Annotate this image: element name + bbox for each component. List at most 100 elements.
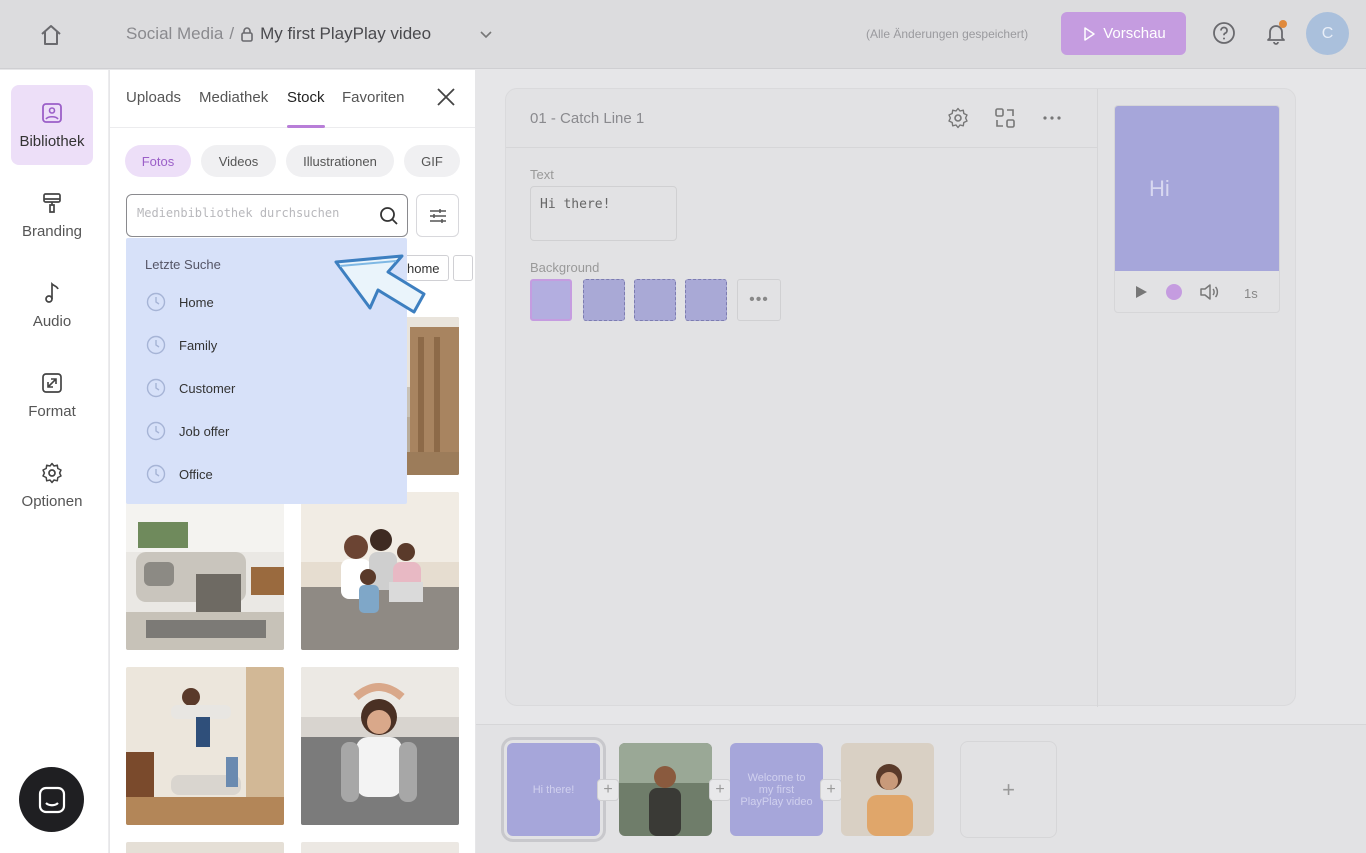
brush-icon	[43, 192, 61, 213]
play-icon[interactable]	[1133, 284, 1149, 300]
close-icon[interactable]	[435, 86, 457, 108]
background-swatch-pattern-dots[interactable]	[583, 279, 625, 321]
rail-item-format[interactable]: Format	[11, 355, 93, 435]
stock-photo-partial[interactable]	[301, 842, 459, 853]
recent-search-label: Office	[179, 466, 213, 482]
timeline-slide[interactable]: Hi there!	[501, 737, 606, 842]
chip-gif[interactable]: GIF	[404, 145, 460, 177]
woman-phone-thumbnail	[841, 743, 934, 836]
save-status: (Alle Änderungen gespeichert)	[866, 27, 1029, 41]
rail-label: Optionen	[21, 492, 83, 510]
stock-photo-family-laptop[interactable]	[301, 492, 459, 650]
recent-search-item[interactable]: Office	[146, 461, 386, 487]
clock-icon	[146, 378, 166, 398]
tab-favoriten[interactable]: Favoriten	[342, 89, 405, 106]
rail-item-optionen[interactable]: Optionen	[11, 445, 93, 525]
divider	[506, 147, 1097, 148]
chip-fotos[interactable]: Fotos	[125, 145, 191, 177]
slide-text-field[interactable]: Hi there!	[530, 186, 677, 241]
more-backgrounds-button[interactable]: •••	[737, 279, 781, 321]
add-slide-button[interactable]: +	[960, 741, 1057, 838]
breadcrumb-separator: /	[229, 24, 235, 43]
clock-icon	[146, 335, 166, 355]
search-field[interactable]	[126, 194, 408, 237]
recent-search-item[interactable]: Customer	[146, 375, 386, 401]
preview-canvas: Hi	[1115, 106, 1279, 271]
background-swatch-solid[interactable]	[530, 279, 572, 321]
insert-slide-button[interactable]: +	[820, 779, 842, 801]
search-input[interactable]	[137, 206, 369, 220]
help-icon[interactable]	[1211, 20, 1237, 46]
filter-button[interactable]	[416, 194, 459, 237]
left-rail: Bibliothek Branding Audio Format Optione…	[0, 70, 109, 853]
rail-item-bibliothek[interactable]: Bibliothek	[11, 85, 93, 165]
clock-icon	[146, 292, 166, 312]
library-tabs: Uploads Mediathek Stock Favoriten	[110, 70, 475, 128]
chip-videos[interactable]: Videos	[201, 145, 276, 177]
rail-item-branding[interactable]: Branding	[11, 175, 93, 255]
timeline-slide[interactable]	[841, 743, 934, 836]
chip-illustrationen[interactable]: Illustrationen	[286, 145, 394, 177]
living-room-photo	[126, 492, 284, 650]
clock-icon	[146, 464, 166, 484]
recent-search-item[interactable]: Family	[146, 332, 386, 358]
chat-icon	[38, 786, 65, 813]
preview-button[interactable]: Vorschau	[1061, 12, 1186, 55]
duration-label[interactable]: 1s	[1244, 286, 1258, 301]
timeline-slide[interactable]: Welcome to my first PlayPlay video	[730, 743, 823, 836]
woman-greenhouse-thumbnail	[619, 743, 712, 836]
home-icon[interactable]	[36, 20, 66, 50]
volume-icon[interactable]	[1199, 284, 1219, 300]
music-note-icon	[45, 281, 59, 303]
more-options-icon[interactable]	[1040, 106, 1064, 130]
avatar[interactable]: C	[1306, 12, 1349, 55]
rail-label: Branding	[21, 222, 83, 240]
divider	[1097, 89, 1098, 707]
background-swatch-plain[interactable]	[685, 279, 727, 321]
gear-icon[interactable]	[946, 106, 970, 130]
insert-slide-button[interactable]: +	[709, 779, 731, 801]
top-bar: Social Media / My first PlayPlay video (…	[0, 0, 1366, 69]
play-icon	[1084, 26, 1095, 41]
slide-editor: 01 - Catch Line 1 Text Hi there! Backgro…	[505, 88, 1296, 707]
recent-search-label: Job offer	[179, 423, 230, 439]
text-label: Text	[530, 167, 554, 182]
lock-icon	[241, 27, 253, 42]
stock-photo-partial[interactable]	[126, 842, 284, 853]
timeline-slide-label: Welcome to my first PlayPlay video	[740, 771, 813, 808]
rail-label: Audio	[32, 312, 72, 330]
rail-label: Bibliothek	[19, 132, 85, 150]
background-swatch-pattern-lines[interactable]	[634, 279, 676, 321]
slide-preview: Hi 1s	[1114, 105, 1280, 313]
image-icon	[42, 102, 62, 123]
gear-icon	[42, 462, 62, 483]
stock-photo-father-son[interactable]	[126, 667, 284, 825]
chevron-down-icon[interactable]	[478, 26, 494, 42]
breadcrumb: Social Media / My first PlayPlay video	[126, 24, 431, 44]
stock-photo-living-room[interactable]	[126, 492, 284, 650]
recent-search-label: Family	[179, 337, 218, 353]
project-title[interactable]: My first PlayPlay video	[260, 24, 431, 44]
chat-launcher-button[interactable]	[19, 767, 84, 832]
tab-stock[interactable]: Stock	[287, 89, 325, 106]
tab-uploads[interactable]: Uploads	[126, 89, 181, 106]
rail-item-audio[interactable]: Audio	[11, 265, 93, 345]
family-photo	[301, 492, 459, 650]
tag-chip-partial[interactable]	[453, 255, 473, 281]
preview-text: Hi	[1149, 176, 1170, 201]
timeline-slide-label: Hi there!	[532, 783, 575, 796]
resize-icon	[42, 372, 62, 393]
breadcrumb-parent[interactable]: Social Media	[126, 24, 223, 44]
timeline-slide[interactable]	[619, 743, 712, 836]
swap-layout-icon[interactable]	[993, 106, 1017, 130]
insert-slide-button[interactable]: +	[597, 779, 619, 801]
search-icon[interactable]	[378, 205, 400, 227]
stock-photo-relaxing-woman[interactable]	[301, 667, 459, 825]
record-dot[interactable]	[1166, 284, 1182, 300]
clock-icon	[146, 421, 166, 441]
tab-mediathek[interactable]: Mediathek	[199, 89, 268, 106]
father-son-photo	[126, 667, 284, 825]
rail-label: Format	[28, 402, 76, 420]
recent-search-item[interactable]: Job offer	[146, 418, 386, 444]
pointer-arrow-icon	[334, 254, 426, 314]
